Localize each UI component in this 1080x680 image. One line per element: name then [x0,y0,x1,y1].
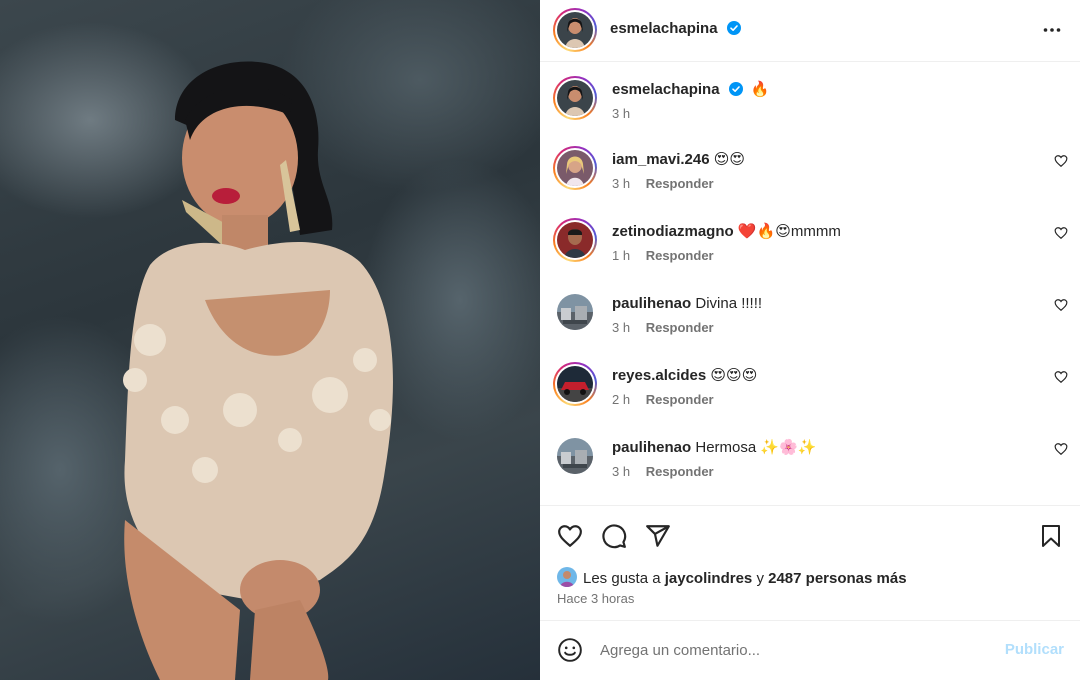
post-photo[interactable] [0,0,540,680]
post-side-panel: esmelachapina esmelachapina 🔥 3 h iam_ma… [540,0,1080,680]
caption-username[interactable]: esmelachapina [612,81,720,98]
liker-avatar[interactable] [557,567,577,587]
comment-time[interactable]: 1 h [612,248,630,263]
commenter-avatar[interactable] [553,362,597,406]
comment-username[interactable]: reyes.alcides [612,367,706,384]
comment-like-heart-icon[interactable] [1054,298,1068,317]
comment-time[interactable]: 3 h [612,176,630,191]
comment-item: zetinodiazmagno ❤️🔥😍mmmm 1 h Responder [540,218,1080,294]
reply-button[interactable]: Responder [646,176,714,191]
comment-text: Divina !!!!! [695,295,763,312]
caption-text: 🔥 [750,81,770,98]
comment-time[interactable]: 3 h [612,464,630,479]
comment-composer: Publicar [540,620,1080,680]
publish-button[interactable]: Publicar [1005,641,1064,658]
reply-button[interactable]: Responder [646,248,714,263]
liker-username[interactable]: jaycolindres [665,570,753,587]
author-username[interactable]: esmelachapina [610,20,718,37]
comment-input[interactable] [600,637,980,663]
comment-text: 😍😍 [713,151,746,168]
commenter-avatar[interactable] [557,438,593,474]
comment-like-heart-icon[interactable] [1054,154,1068,173]
reply-button[interactable]: Responder [646,320,714,335]
post-header: esmelachapina [540,0,1080,62]
reply-button[interactable]: Responder [646,392,714,407]
author-avatar[interactable] [553,8,597,52]
comment-time[interactable]: 2 h [612,392,630,407]
reply-button[interactable]: Responder [646,464,714,479]
verified-badge-icon [728,82,743,102]
comment-text: ❤️🔥😍mmmm [737,223,841,240]
comment-text: 😍😍😍 [710,367,758,384]
comment-like-heart-icon[interactable] [1054,226,1068,245]
comment-item: paulihenao Divina !!!!! 3 h Responder [540,294,1080,366]
comment-username[interactable]: iam_mavi.246 [612,151,710,168]
comment-item: reyes.alcides 😍😍😍 2 h Responder [540,362,1080,438]
emoji-icon[interactable] [557,637,583,668]
post-photo-illustration [123,61,393,680]
more-options-icon[interactable] [1042,20,1062,45]
commenter-avatar[interactable] [557,294,593,330]
caption-time[interactable]: 3 h [612,106,630,121]
caption-author-avatar[interactable] [553,76,597,120]
share-icon[interactable] [645,523,671,554]
comment-icon[interactable] [601,523,627,554]
likes-prefix: Les gusta a [583,570,661,587]
commenter-avatar[interactable] [553,146,597,190]
post-caption: esmelachapina 🔥 3 h [540,76,1080,152]
comment-time[interactable]: 3 h [612,320,630,335]
comment-username[interactable]: paulihenao [612,295,691,312]
post-actions: Les gusta a jaycolindres y 2487 personas… [540,505,1080,620]
likes-summary: Les gusta a jaycolindres y 2487 personas… [557,567,907,587]
likes-count-link[interactable]: 2487 personas más [768,570,906,587]
commenter-avatar[interactable] [553,218,597,262]
verified-badge-icon [727,21,742,40]
comment-like-heart-icon[interactable] [1054,442,1068,461]
comment-username[interactable]: zetinodiazmagno [612,223,734,240]
comment-like-heart-icon[interactable] [1054,370,1068,389]
heart-icon[interactable] [557,523,583,554]
comment-item: iam_mavi.246 😍😍 3 h Responder [540,146,1080,222]
bookmark-icon[interactable] [1039,523,1063,554]
comment-item: paulihenao Hermosa ✨🌸✨ 3 h Responder [540,438,1080,510]
post-timestamp[interactable]: Hace 3 horas [557,591,634,606]
comment-text: Hermosa ✨🌸✨ [695,439,817,456]
comment-username[interactable]: paulihenao [612,439,691,456]
likes-connector: y [756,570,764,587]
